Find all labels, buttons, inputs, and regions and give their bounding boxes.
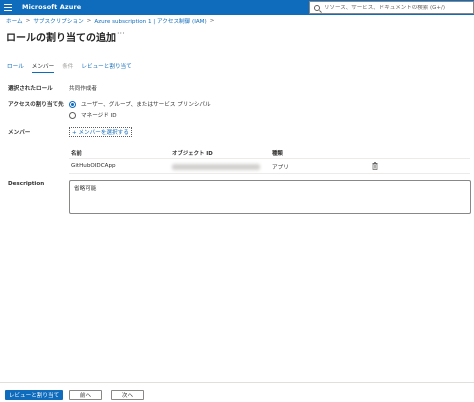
breadcrumb: ホーム > サブスクリプション > Azure subscription 1 |…	[6, 17, 217, 25]
tab-conditions: 条件	[62, 64, 74, 70]
breadcrumb-iam[interactable]: Azure subscription 1 | アクセス制御 (IAM)	[94, 17, 206, 25]
breadcrumb-subscriptions[interactable]: サブスクリプション	[33, 17, 83, 25]
radio-unselected-icon[interactable]	[69, 111, 76, 119]
next-button[interactable]: 次へ	[111, 390, 144, 400]
select-members-link[interactable]: + メンバーを選択する	[69, 127, 132, 137]
page-title: ロールの割り当ての追加	[6, 33, 116, 44]
previous-button[interactable]: 前へ	[69, 390, 102, 400]
brand-title[interactable]: Microsoft Azure	[22, 3, 81, 11]
radio-selected-icon[interactable]	[69, 100, 76, 108]
column-header-type: 種類	[272, 151, 283, 157]
description-label: Description	[8, 181, 45, 187]
column-header-name: 名前	[71, 151, 82, 157]
breadcrumb-home[interactable]: ホーム	[6, 17, 23, 25]
footer-divider	[0, 382, 474, 383]
search-input[interactable]	[323, 4, 473, 11]
delete-icon[interactable]	[372, 162, 378, 170]
selected-role-value: 共同作成者	[69, 86, 97, 92]
menu-icon[interactable]	[4, 4, 12, 11]
tab-review-assign[interactable]: レビューと割り当て	[81, 62, 131, 73]
selected-role-label: 選択されたロール	[8, 86, 53, 92]
member-type: アプリ	[272, 165, 289, 171]
search-icon	[314, 4, 320, 11]
chevron-right-icon: >	[86, 18, 92, 24]
top-bar: Microsoft Azure	[0, 0, 474, 15]
assign-to-label: アクセスの割り当て先	[8, 102, 64, 108]
column-header-object-id: オブジェクト ID	[172, 151, 213, 157]
global-search[interactable]	[309, 1, 474, 14]
review-assign-button[interactable]: レビューと割り当て	[5, 390, 63, 400]
table-row-divider	[69, 173, 470, 174]
chevron-right-icon: >	[209, 18, 215, 24]
radio-managed-identity[interactable]: マネージド ID	[69, 111, 117, 119]
members-label: メンバー	[8, 130, 31, 136]
tab-role[interactable]: ロール	[7, 62, 24, 73]
table-header-divider	[69, 158, 470, 159]
radio-label: マネージド ID	[81, 113, 117, 119]
member-object-id-redacted	[172, 164, 260, 170]
more-options-icon[interactable]: ···	[117, 29, 125, 38]
tab-members[interactable]: メンバー	[31, 62, 55, 73]
radio-user-group-sp[interactable]: ユーザー、グループ、またはサービス プリンシパル	[69, 100, 211, 108]
radio-label: ユーザー、グループ、またはサービス プリンシパル	[81, 102, 211, 108]
chevron-right-icon: >	[25, 18, 31, 24]
description-field[interactable]: 省略可能	[69, 180, 471, 214]
tab-bar: ロール メンバー 条件 レビューと割り当て	[7, 62, 140, 73]
member-name: GitHubOIDCApp	[71, 163, 116, 169]
